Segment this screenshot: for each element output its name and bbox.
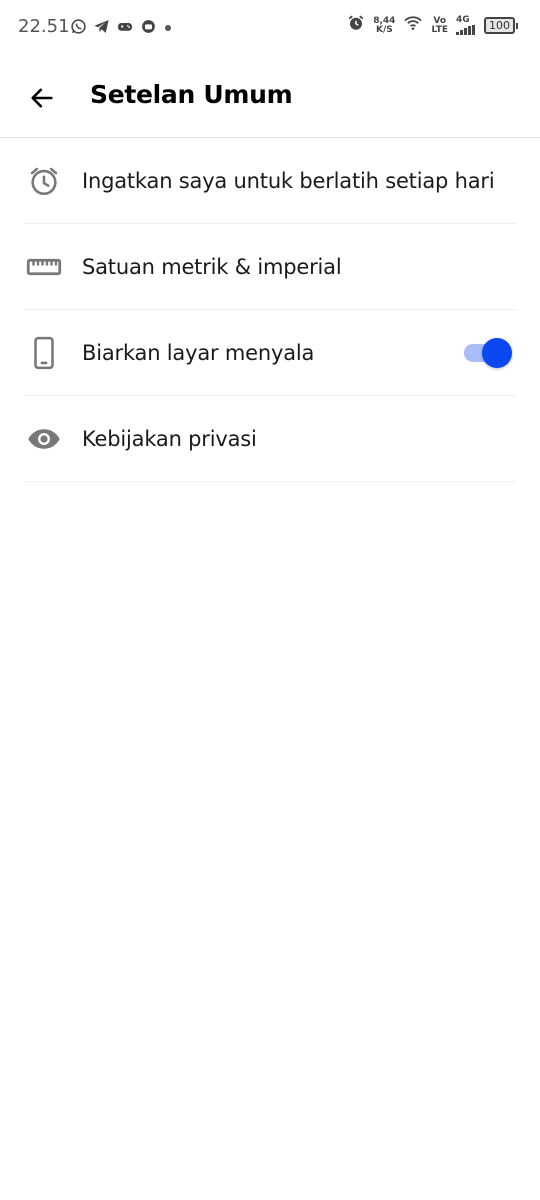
setting-daily-reminder[interactable]: Ingatkan saya untuk berlatih setiap hari bbox=[24, 138, 516, 224]
alarm-clock-icon bbox=[24, 161, 64, 201]
toggle-thumb bbox=[482, 338, 512, 368]
phone-icon bbox=[24, 333, 64, 373]
wifi-icon bbox=[403, 15, 423, 36]
eye-icon bbox=[24, 419, 64, 459]
arrow-left-icon bbox=[31, 88, 53, 108]
net-speed: 8,44 K/S bbox=[373, 15, 396, 35]
page-title: Setelan Umum bbox=[90, 80, 293, 109]
ruler-icon bbox=[24, 247, 64, 287]
telegram-icon bbox=[93, 18, 110, 40]
game-controller-icon bbox=[116, 18, 134, 40]
battery-icon: 100 bbox=[484, 17, 518, 34]
setting-privacy-policy[interactable]: Kebijakan privasi bbox=[24, 396, 516, 482]
whatsapp-icon bbox=[70, 18, 87, 40]
battery-level: 100 bbox=[484, 17, 515, 34]
setting-label: Satuan metrik & imperial bbox=[82, 254, 342, 279]
alarm-icon bbox=[347, 14, 365, 37]
status-bar: 22.51 8,44 K/S Vo LTE 4G 100 bbox=[0, 0, 540, 56]
keep-screen-on-toggle[interactable] bbox=[464, 338, 512, 368]
setting-units[interactable]: Satuan metrik & imperial bbox=[24, 224, 516, 310]
settings-list: Ingatkan saya untuk berlatih setiap hari… bbox=[24, 138, 516, 482]
system-icons: 8,44 K/S Vo LTE 4G 100 bbox=[347, 14, 518, 37]
setting-label: Ingatkan saya untuk berlatih setiap hari bbox=[82, 168, 495, 193]
app-icon bbox=[140, 18, 157, 40]
dot-icon bbox=[163, 20, 173, 38]
signal-icon: 4G bbox=[456, 16, 476, 35]
setting-label: Biarkan layar menyala bbox=[82, 340, 315, 365]
app-bar: Setelan Umum bbox=[0, 56, 540, 138]
setting-keep-screen-on[interactable]: Biarkan layar menyala bbox=[24, 310, 516, 396]
volte-indicator: Vo LTE bbox=[431, 15, 448, 35]
notification-icons bbox=[70, 18, 173, 40]
back-button[interactable] bbox=[22, 78, 62, 118]
status-time: 22.51 bbox=[18, 16, 70, 37]
setting-label: Kebijakan privasi bbox=[82, 426, 257, 451]
